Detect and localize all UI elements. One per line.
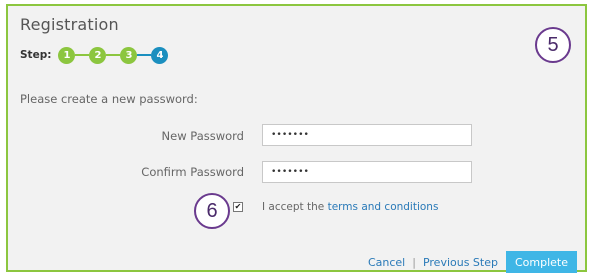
registration-panel: Registration Step: 1 2 3 4 Please create… [6,4,587,273]
new-password-input[interactable]: ••••••• [262,124,472,146]
new-password-label: New Password [161,129,244,143]
accept-terms-checkbox[interactable]: ✔ [233,202,243,212]
step-3-badge: 3 [120,46,138,64]
cancel-link[interactable]: Cancel [368,256,405,269]
form-footer: Cancel | Previous Step Complete [368,251,577,273]
step-connector [106,54,121,56]
step-2-badge: 2 [89,46,107,64]
page-title: Registration [20,15,119,34]
annotation-marker-6: 6 [194,193,230,229]
confirm-password-label: Confirm Password [141,165,244,179]
accept-prefix: I accept the [262,201,325,213]
step-connector [137,54,152,56]
step-1-badge: 1 [58,46,76,64]
footer-separator: | [412,255,416,269]
annotation-marker-5: 5 [535,27,571,63]
step-connector [75,54,90,56]
confirm-password-input[interactable]: ••••••• [262,161,472,183]
steps-label: Step: [20,49,52,61]
step-indicator: Step: 1 2 3 4 [20,46,169,64]
previous-step-link[interactable]: Previous Step [423,256,498,269]
accept-terms-text: I accept the terms and conditions [262,201,438,213]
checkmark-icon: ✔ [234,202,242,211]
terms-link[interactable]: terms and conditions [328,201,439,213]
password-prompt: Please create a new password: [20,92,198,106]
complete-button[interactable]: Complete [505,251,577,273]
step-4-badge: 4 [151,46,169,64]
